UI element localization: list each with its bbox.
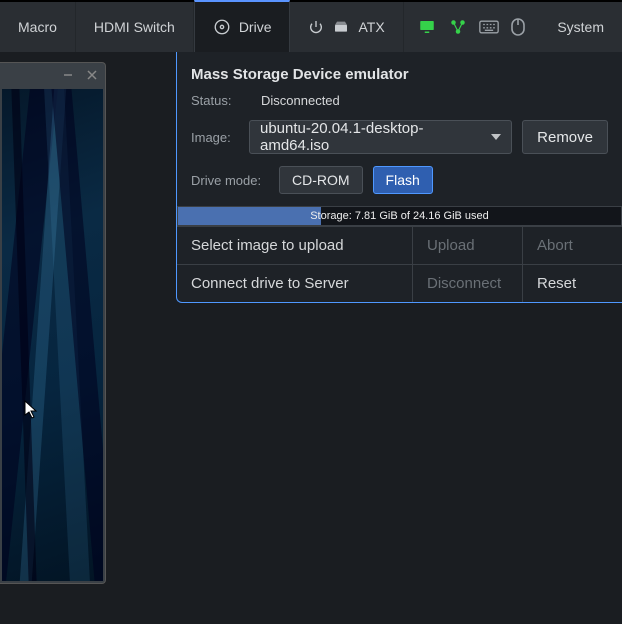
tab-drive[interactable]: Drive bbox=[194, 0, 291, 52]
select-image-button[interactable]: Select image to upload bbox=[177, 227, 412, 264]
storage-bar: Storage: 7.81 GiB of 24.16 GiB used bbox=[177, 206, 622, 226]
remote-desktop-window bbox=[0, 62, 106, 584]
tab-atx-label: ATX bbox=[358, 19, 384, 35]
remote-window-titlebar bbox=[0, 63, 105, 87]
reset-button[interactable]: Reset bbox=[522, 265, 622, 302]
cursor-icon bbox=[24, 400, 40, 423]
tab-system[interactable]: System bbox=[539, 2, 622, 52]
minimize-icon[interactable] bbox=[63, 67, 73, 83]
monitor-icon bbox=[417, 18, 437, 36]
remote-desktop-view[interactable] bbox=[2, 89, 103, 581]
tab-drive-label: Drive bbox=[239, 19, 272, 35]
tab-macro-label: Macro bbox=[18, 19, 57, 35]
upload-button: Upload bbox=[412, 227, 522, 264]
storage-bar-label: Storage: 7.81 GiB of 24.16 GiB used bbox=[178, 207, 621, 225]
status-label: Status: bbox=[191, 93, 251, 108]
disconnect-button: Disconnect bbox=[412, 265, 522, 302]
connect-drive-button[interactable]: Connect drive to Server bbox=[177, 265, 412, 302]
image-label: Image: bbox=[191, 130, 239, 145]
tab-system-label: System bbox=[557, 19, 604, 35]
remove-button[interactable]: Remove bbox=[522, 120, 608, 154]
tab-hdmi-switch[interactable]: HDMI Switch bbox=[76, 2, 194, 52]
close-icon[interactable] bbox=[87, 67, 97, 83]
image-selected-value: ubuntu-20.04.1-desktop-amd64.iso bbox=[260, 120, 491, 154]
image-row: Image: ubuntu-20.04.1-desktop-amd64.iso … bbox=[191, 120, 608, 154]
mouse-icon bbox=[511, 18, 525, 36]
keyboard-icon bbox=[479, 19, 499, 35]
action-table: Select image to upload Upload Abort Conn… bbox=[177, 226, 622, 302]
network-icon bbox=[449, 18, 467, 36]
status-value: Disconnected bbox=[261, 93, 340, 108]
tab-atx[interactable]: ATX bbox=[290, 2, 403, 52]
tab-hdmi-label: HDMI Switch bbox=[94, 19, 175, 35]
drive-mode-label: Drive mode: bbox=[191, 173, 269, 188]
status-row: Status: Disconnected bbox=[191, 93, 608, 108]
drive-panel: Mass Storage Device emulator Status: Dis… bbox=[176, 52, 622, 303]
power-icon bbox=[308, 19, 324, 35]
disc-icon bbox=[213, 18, 231, 36]
panel-title: Mass Storage Device emulator bbox=[191, 66, 608, 83]
hdd-icon bbox=[332, 19, 350, 35]
connect-row: Connect drive to Server Disconnect Reset bbox=[177, 265, 622, 302]
abort-button: Abort bbox=[522, 227, 622, 264]
upload-row: Select image to upload Upload Abort bbox=[177, 227, 622, 265]
mode-flash-button[interactable]: Flash bbox=[373, 166, 433, 194]
image-select[interactable]: ubuntu-20.04.1-desktop-amd64.iso bbox=[249, 120, 512, 154]
status-icon-group bbox=[409, 2, 539, 52]
mode-cdrom-button[interactable]: CD-ROM bbox=[279, 166, 363, 194]
chevron-down-icon bbox=[491, 134, 501, 140]
drive-mode-row: Drive mode: CD-ROM Flash bbox=[191, 166, 608, 194]
tab-macro[interactable]: Macro bbox=[0, 2, 76, 52]
top-menu-bar: Macro HDMI Switch Drive ATX bbox=[0, 0, 622, 52]
